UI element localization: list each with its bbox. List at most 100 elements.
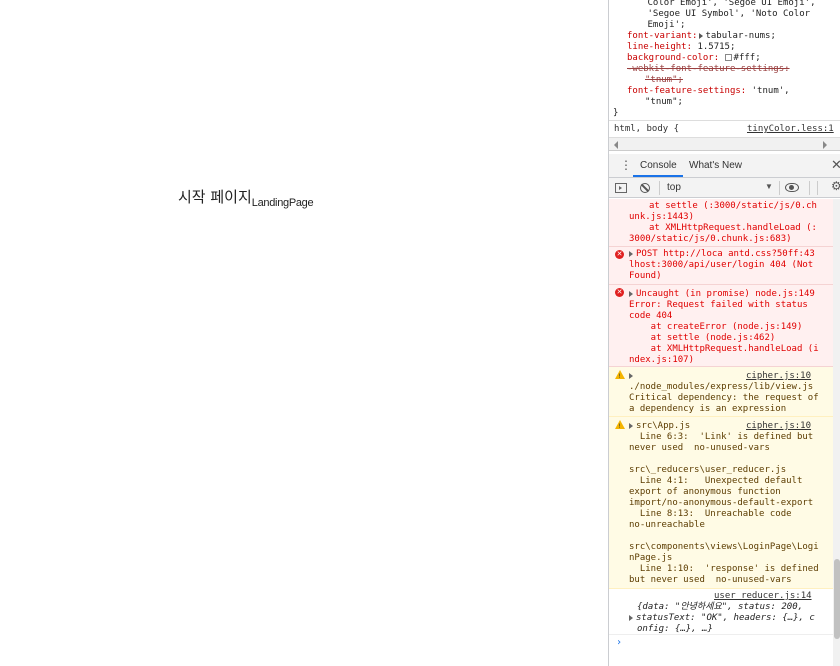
error-icon: ✕ xyxy=(615,250,624,259)
style-line: Emoji'; xyxy=(615,20,686,30)
gear-icon[interactable]: ⚙ xyxy=(831,180,840,192)
message-line: src\components\views\LoginPage\Logi xyxy=(629,542,819,552)
expand-icon[interactable] xyxy=(629,614,633,621)
devtools-panel: Color Emoji', 'Segoe UI Emoji', 'Segoe U… xyxy=(608,0,840,666)
console-error-message[interactable]: ✕ Uncaught (in promise) node.js:149 Erro… xyxy=(609,285,833,367)
console-error-message[interactable]: ✕ POST http://loca antd.css?50ff:43 lhos… xyxy=(609,247,833,285)
message-line: a dependency is an expression xyxy=(629,404,787,414)
message-line: ./node_modules/express/lib/view.js xyxy=(629,382,814,392)
prop-value: #fff; xyxy=(733,53,761,63)
prop-name: -webkit-font-feature-settings: xyxy=(627,64,790,74)
message-line xyxy=(629,371,636,382)
console-messages: at settle (:3000/static/js/0.ch unk.js:1… xyxy=(609,199,833,666)
message-line: src\_reducers\user_reducer.js xyxy=(629,465,787,475)
toolbar-divider xyxy=(817,181,818,195)
console-error-message[interactable]: at settle (:3000/static/js/0.ch unk.js:1… xyxy=(609,199,833,247)
style-rule-header: html, body { tinyColor.less:1 xyxy=(609,120,840,137)
message-line: Line 1:10: 'response' is defined xyxy=(629,564,819,574)
stack-line: at XMLHttpRequest.handleLoad (i xyxy=(629,344,819,354)
live-expression-eye-icon[interactable] xyxy=(785,183,799,192)
warning-icon xyxy=(615,420,625,432)
prop-name: font-feature-settings: xyxy=(627,86,747,96)
stack-line: at settle (:3000/static/js/0.ch xyxy=(649,201,817,211)
message-line: src\App.js xyxy=(629,421,690,432)
message-line: nPage.js xyxy=(629,553,673,563)
landing-title-korean: 시작 페이지 xyxy=(178,188,252,206)
toolbar-divider xyxy=(659,181,660,195)
stack-line: at settle (node.js:462) xyxy=(629,333,776,343)
style-webkit-value: "tnum"; xyxy=(645,75,683,85)
style-line: Color Emoji', 'Segoe UI Emoji', xyxy=(615,0,816,8)
message-line: POST http://loca antd.css?50ff:43 xyxy=(629,249,815,260)
message-line: Found) xyxy=(629,271,662,281)
context-value: top xyxy=(667,182,681,193)
rule-selector[interactable]: html, body { xyxy=(614,124,679,134)
message-line: export of anonymous function xyxy=(629,487,781,497)
message-line: import/no-anonymous-default-export xyxy=(629,498,814,508)
console-log-message[interactable]: user_reducer.js:14 {data: "안녕하세요", statu… xyxy=(609,589,833,635)
more-options-icon[interactable]: ⋮ xyxy=(620,159,632,171)
message-line: Critical dependency: the request of xyxy=(629,393,819,403)
scroll-left-icon[interactable] xyxy=(614,141,618,149)
object-preview-line: statusText: "OK", headers: {…}, c xyxy=(629,613,815,624)
prop-value: 1.5715; xyxy=(697,42,736,52)
message-source-link[interactable]: cipher.js:10 xyxy=(746,371,811,382)
styles-pane: Color Emoji', 'Segoe UI Emoji', 'Segoe U… xyxy=(609,0,840,120)
message-line: Line 4:1: Unexpected default xyxy=(629,476,803,486)
rule-close-brace: } xyxy=(613,108,619,118)
object-preview-line: {data: "안녕하세요", status: 200, xyxy=(637,602,804,612)
console-prompt[interactable]: › xyxy=(609,635,833,665)
color-swatch-icon[interactable] xyxy=(724,54,732,61)
expand-icon[interactable] xyxy=(629,422,633,429)
message-line: no-unreachable xyxy=(629,520,705,530)
stack-line: at createError (node.js:149) xyxy=(629,322,803,332)
message-line: code 404 xyxy=(629,311,673,321)
scrollbar-thumb[interactable] xyxy=(834,559,840,639)
style-webkit-font-feature[interactable]: -webkit-font-feature-settings: xyxy=(627,64,790,75)
stack-line: 3000/static/js/0.chunk.js:683) xyxy=(629,234,792,244)
warning-icon xyxy=(615,370,625,382)
stack-line: at XMLHttpRequest.handleLoad (: xyxy=(649,223,817,233)
prop-name: font-variant: xyxy=(627,31,698,41)
prop-name: background-color: xyxy=(627,53,720,63)
message-line: Error: Request failed with status xyxy=(629,300,808,310)
context-selector[interactable]: top ▼ xyxy=(667,181,775,195)
message-source-link[interactable]: cipher.js:10 xyxy=(746,421,811,432)
stack-line: unk.js:1443) xyxy=(629,212,695,222)
expand-icon[interactable] xyxy=(629,372,633,379)
show-sidebar-icon[interactable] xyxy=(615,183,627,193)
rule-source-link[interactable]: tinyColor.less:1 xyxy=(747,124,834,134)
tab-console[interactable]: Console xyxy=(640,160,677,171)
style-font-feature-value: "tnum"; xyxy=(645,97,683,107)
style-line: 'Segoe UI Symbol', 'Noto Color xyxy=(615,9,811,19)
object-preview-line: onfig: {…}, …} xyxy=(637,624,713,634)
style-font-feature[interactable]: font-feature-settings: 'tnum', xyxy=(627,86,790,97)
console-warning-message[interactable]: src\App.js cipher.js:10 Line 6:3: 'Link'… xyxy=(609,417,833,589)
message-line: never used no-unused-vars xyxy=(629,443,770,453)
horizontal-scrollbar[interactable] xyxy=(609,137,840,151)
prop-value: tabular-nums; xyxy=(705,31,776,41)
style-line-height[interactable]: line-height: 1.5715; xyxy=(627,42,735,53)
scroll-right-icon[interactable] xyxy=(823,141,827,149)
message-line: lhost:3000/api/user/login 404 (Not xyxy=(629,260,814,270)
tab-whats-new[interactable]: What's New xyxy=(689,160,742,171)
error-icon: ✕ xyxy=(615,288,624,297)
landing-page-heading: 시작 페이지LandingPage xyxy=(178,186,314,209)
expand-icon[interactable] xyxy=(629,250,633,257)
style-font-variant[interactable]: font-variant: tabular-nums; xyxy=(627,31,776,42)
message-source-link[interactable]: user_reducer.js:14 xyxy=(714,591,812,602)
chevron-down-icon: ▼ xyxy=(765,182,773,191)
app-page: 시작 페이지LandingPage xyxy=(0,0,608,666)
message-line: Uncaught (in promise) node.js:149 xyxy=(629,289,815,300)
expand-icon[interactable] xyxy=(629,290,633,297)
prop-name: line-height: xyxy=(627,42,693,52)
expand-icon[interactable] xyxy=(699,32,704,39)
stack-line: ndex.js:107) xyxy=(629,355,695,365)
console-warning-message[interactable]: cipher.js:10 ./node_modules/express/lib/… xyxy=(609,367,833,417)
console-toolbar: top ▼ ⚙ xyxy=(609,178,840,198)
clear-console-icon[interactable] xyxy=(640,183,650,193)
style-background-color[interactable]: background-color: #fff; xyxy=(627,53,761,64)
close-icon[interactable]: ✕ xyxy=(831,157,840,173)
vertical-scrollbar[interactable] xyxy=(833,199,840,666)
message-line: Line 8:13: Unreachable code xyxy=(629,509,792,519)
